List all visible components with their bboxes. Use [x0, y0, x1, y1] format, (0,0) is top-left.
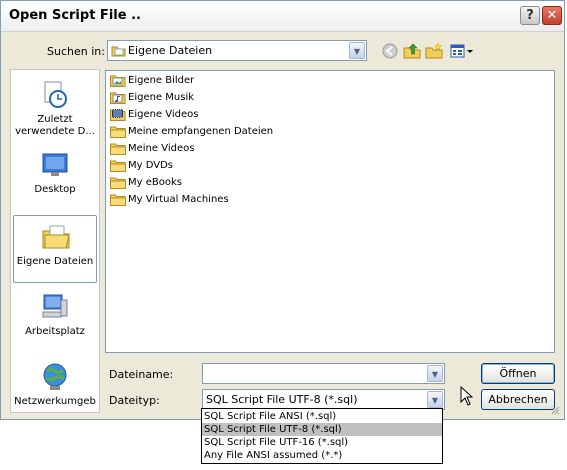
desktop-icon	[42, 153, 68, 176]
videos-folder-icon	[110, 109, 126, 121]
place-label: Desktop	[34, 184, 76, 195]
place-label: Netzwerkumgeb	[14, 396, 96, 407]
new-folder-icon[interactable]	[425, 42, 443, 60]
filetype-label: Dateityp:	[109, 394, 160, 407]
place-my-documents[interactable]: Eigene Dateien	[13, 215, 97, 283]
folder-icon	[110, 143, 126, 155]
file-name: Eigene Bilder	[128, 75, 195, 86]
title-bar[interactable]: Open Script File .. ? ✕	[1, 1, 564, 32]
place-my-computer[interactable]: Arbeitsplatz	[13, 286, 97, 354]
filetype-select[interactable]: SQL Script File UTF-8 (*.sql) ▼	[202, 389, 445, 410]
open-script-dialog: Open Script File .. ? ✕ Suchen in: Eigen…	[0, 0, 565, 420]
music-folder-icon	[110, 92, 126, 104]
file-list[interactable]: Eigene Bilder Eigene Musik Eigene Videos	[105, 70, 555, 353]
open-button[interactable]: Öffnen	[481, 363, 555, 384]
file-name: Eigene Videos	[128, 109, 199, 120]
window-title: Open Script File ..	[9, 8, 141, 23]
place-network[interactable]: Netzwerkumgeb	[13, 356, 97, 424]
filename-label: Dateiname:	[109, 368, 174, 381]
file-name: Eigene Musik	[128, 92, 195, 103]
back-icon[interactable]	[381, 42, 399, 60]
place-label: Eigene Dateien	[16, 256, 94, 267]
up-folder-icon[interactable]	[403, 42, 421, 60]
file-name: My eBooks	[128, 177, 182, 188]
cancel-button[interactable]: Abbrechen	[481, 389, 555, 410]
file-name: My Virtual Machines	[128, 194, 229, 205]
filename-input[interactable]: ▼	[202, 363, 445, 384]
place-desktop[interactable]: Desktop	[13, 144, 97, 212]
network-icon	[43, 363, 67, 390]
folder-icon	[110, 160, 126, 172]
pictures-folder-icon	[110, 75, 126, 87]
file-name: My DVDs	[128, 160, 173, 171]
my-computer-icon	[42, 294, 68, 318]
filetype-option[interactable]: SQL Script File UTF-16 (*.sql)	[202, 436, 442, 449]
views-menu-icon[interactable]	[449, 42, 475, 60]
help-button[interactable]: ?	[520, 6, 540, 25]
my-documents-icon	[42, 225, 70, 249]
places-bar: Zuletzt verwendete D... Desktop Eigene D…	[10, 69, 100, 413]
folder-icon	[110, 126, 126, 138]
look-in-label: Suchen in:	[47, 45, 105, 58]
filetype-option-selected[interactable]: SQL Script File UTF-8 (*.sql)	[202, 423, 442, 436]
filetype-dropdown-list[interactable]: SQL Script File ANSI (*.sql) SQL Script …	[201, 408, 443, 464]
chevron-down-icon[interactable]: ▼	[349, 42, 365, 59]
chevron-down-icon[interactable]: ▼	[427, 391, 443, 408]
close-button[interactable]: ✕	[542, 6, 562, 25]
resize-grip-icon[interactable]	[550, 405, 560, 415]
folder-icon	[110, 194, 126, 206]
look-in-value: Eigene Dateien	[128, 44, 213, 57]
mouse-cursor-icon	[460, 386, 474, 406]
look-in-combo[interactable]: Eigene Dateien ▼	[107, 40, 367, 61]
place-recent[interactable]: Zuletzt verwendete D...	[13, 74, 97, 142]
my-documents-icon	[111, 46, 126, 57]
place-label: Zuletzt verwendete D...	[15, 114, 95, 137]
place-label: Arbeitsplatz	[25, 326, 85, 337]
filetype-option[interactable]: SQL Script File ANSI (*.sql)	[202, 410, 442, 423]
filetype-value: SQL Script File UTF-8 (*.sql)	[206, 393, 358, 406]
folder-icon	[110, 177, 126, 189]
file-name: Meine Videos	[128, 143, 195, 154]
chevron-down-icon[interactable]: ▼	[427, 365, 443, 382]
file-name: Meine empfangenen Dateien	[128, 126, 274, 137]
filetype-option[interactable]: Any File ANSI assumed (*.*)	[202, 449, 442, 462]
recent-documents-icon	[44, 81, 67, 108]
